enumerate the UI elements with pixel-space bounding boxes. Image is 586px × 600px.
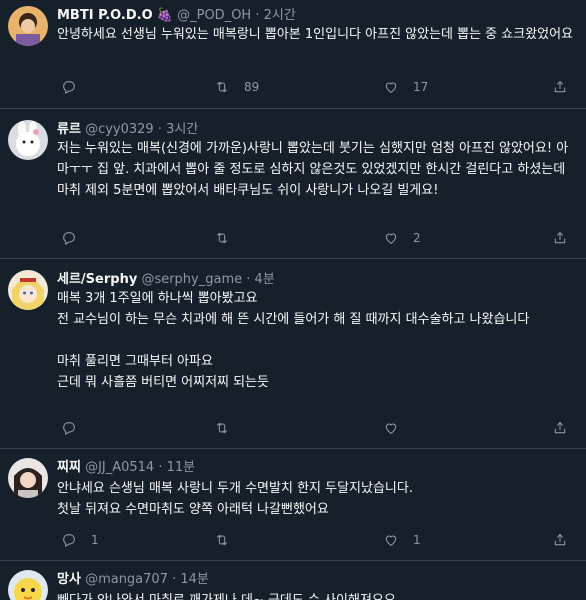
like-button[interactable]: 2	[383, 228, 421, 248]
display-name[interactable]: 세르/Serphy	[57, 272, 137, 287]
retweet-button[interactable]	[214, 530, 244, 550]
reply-button[interactable]: 1	[61, 530, 99, 550]
reply-count: 1	[91, 533, 99, 547]
display-name[interactable]: 망사	[57, 572, 81, 587]
avatar[interactable]	[8, 6, 48, 46]
timestamp[interactable]: 4분	[255, 272, 275, 287]
tweet-header: 찌찌 @JJ_A0514 · 11분	[57, 460, 195, 476]
separator: ·	[246, 272, 251, 287]
heart-icon	[385, 423, 397, 434]
retweet-icon	[216, 232, 228, 244]
tweet-text: 저는 누워있는 매복(신경에 가까운)사랑니 뽑았는데 붓기는 심했지만 엄청 …	[57, 141, 570, 198]
share-button[interactable]	[552, 228, 568, 248]
tweet[interactable]: MBTI P.O.D.O 🍇 @_POD_OH · 2시간 안녕하세요 선생님 …	[0, 0, 586, 109]
tweet[interactable]: 세르/Serphy @serphy_game · 4분 매복 3개 1주일에 하…	[0, 258, 586, 449]
handle[interactable]: @cyy0329	[85, 122, 154, 137]
retweet-button[interactable]	[214, 418, 244, 438]
reply-icon	[63, 534, 75, 547]
share-button[interactable]	[552, 530, 568, 550]
tweet-header: 망사 @manga707 · 14분	[57, 572, 209, 588]
tweet[interactable]: 찌찌 @JJ_A0514 · 11분 안냐세요 슨생님 매복 사랑니 두개 수면…	[0, 448, 586, 561]
like-button[interactable]	[383, 418, 413, 438]
tweet-header: MBTI P.O.D.O 🍇 @_POD_OH · 2시간	[57, 8, 296, 24]
tweet-header: 세르/Serphy @serphy_game · 4분	[57, 272, 275, 288]
like-count: 17	[413, 80, 429, 94]
tweet-text: 안냐세요 슨생님 매복 사랑니 두개 수면발치 한지 두달지났습니다. 첫날 뒤…	[57, 481, 413, 517]
heart-icon	[385, 535, 397, 546]
reply-button[interactable]	[61, 77, 91, 97]
retweet-button[interactable]	[214, 228, 244, 248]
separator: ·	[255, 8, 260, 23]
separator: ·	[158, 460, 163, 475]
like-count: 1	[413, 533, 421, 547]
handle[interactable]: @_POD_OH	[177, 8, 251, 23]
like-button[interactable]: 17	[383, 77, 428, 97]
avatar[interactable]	[8, 120, 48, 160]
share-icon	[554, 80, 566, 93]
handle[interactable]: @JJ_A0514	[85, 460, 154, 475]
share-icon	[554, 231, 566, 244]
tweet-text: 안녕하세요 선생님 누워있는 매복랑니 뽑아본 1인입니다 아프진 않았는데 뽑…	[57, 27, 574, 42]
timestamp[interactable]: 3시간	[166, 122, 198, 137]
separator: ·	[157, 122, 162, 137]
avatar[interactable]	[8, 270, 48, 310]
retweet-icon	[216, 422, 228, 434]
display-name[interactable]: 류르	[57, 122, 81, 137]
like-count: 2	[413, 231, 421, 245]
tweet[interactable]: 망사 @manga707 · 14분 빼다가 안나와서 마취로 깨가제나 데~ …	[0, 560, 586, 600]
display-name[interactable]: MBTI P.O.D.O	[57, 8, 153, 23]
reply-icon	[63, 232, 75, 245]
grape-icon: 🍇	[156, 8, 173, 23]
retweet-icon	[216, 534, 228, 546]
tweet[interactable]: 류르 @cyy0329 · 3시간 저는 누워있는 매복(신경에 가까운)사랑니…	[0, 108, 586, 259]
heart-icon	[385, 233, 397, 244]
display-name[interactable]: 찌찌	[57, 460, 81, 475]
reply-button[interactable]	[61, 418, 91, 438]
reply-button[interactable]	[61, 228, 91, 248]
retweet-button[interactable]: 89	[214, 77, 259, 97]
handle[interactable]: @serphy_game	[141, 272, 242, 287]
heart-icon	[385, 82, 397, 93]
tweet-text: 빼다가 안나와서 마취로 깨가제나 데~ 근데도 슈 사이해져요오	[57, 590, 579, 600]
share-button[interactable]	[552, 418, 568, 438]
tweet-text: 매복 3개 1주일에 하나씩 뽑아봤고요 전 교수님이 하는 무슨 치과에 해 …	[57, 291, 530, 390]
avatar[interactable]	[8, 570, 48, 600]
reply-icon	[63, 81, 75, 94]
share-icon	[554, 421, 566, 434]
share-button[interactable]	[552, 77, 568, 97]
timestamp[interactable]: 2시간	[264, 8, 296, 23]
separator: ·	[172, 572, 177, 587]
timestamp[interactable]: 14분	[180, 572, 209, 587]
share-icon	[554, 533, 566, 546]
avatar[interactable]	[8, 458, 48, 498]
like-button[interactable]: 1	[383, 530, 421, 550]
tweet-actions: 1 1	[57, 530, 567, 550]
tweet-actions	[57, 418, 567, 438]
tweet-actions: 89 17	[57, 77, 567, 97]
tweet-header: 류르 @cyy0329 · 3시간	[57, 122, 198, 138]
handle[interactable]: @manga707	[85, 572, 168, 587]
reply-icon	[63, 422, 75, 435]
tweet-actions: 2	[57, 228, 567, 248]
retweet-icon	[216, 81, 228, 93]
timestamp[interactable]: 11분	[167, 460, 196, 475]
retweet-count: 89	[244, 80, 260, 94]
